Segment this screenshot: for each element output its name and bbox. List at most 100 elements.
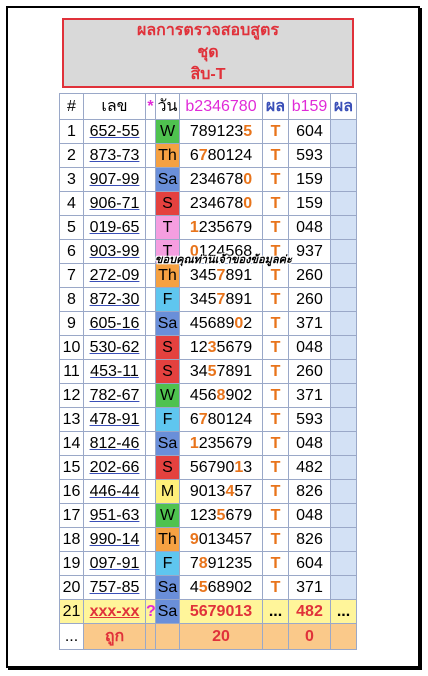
row-b159: 593 [288, 143, 331, 168]
row-result-2 [330, 119, 357, 144]
row-star [145, 215, 156, 240]
row-lek-link[interactable]: 906-71 [83, 191, 146, 216]
row-digits: 6780124 [179, 143, 263, 168]
digit-text: 7891 [216, 362, 253, 380]
row-star [145, 455, 156, 480]
row-result: T [262, 359, 289, 384]
row-digits: 2346780 [179, 167, 263, 192]
row-day: W [155, 119, 180, 144]
row-digits: 7891235 [179, 119, 263, 144]
digit-text: 013457 [198, 530, 253, 548]
row-number: 13 [59, 407, 84, 432]
digit-highlight: 0 [243, 170, 253, 188]
row-lek-link[interactable]: 907-99 [83, 167, 146, 192]
header-b159: b159 [288, 93, 331, 120]
digit-text: 45689 [189, 314, 235, 332]
pending-row: 21 xxx-xx ? Sa 5679013 ... 482 ... [59, 599, 357, 624]
row-b159: 593 [288, 407, 331, 432]
row-result: T [262, 383, 289, 408]
row-lek-link[interactable]: 272-09 [83, 263, 146, 288]
row-star [145, 191, 156, 216]
digit-text: 891 [225, 290, 253, 308]
row-result: T [262, 551, 289, 576]
digit-text: 80124 [207, 146, 253, 164]
row-star [145, 431, 156, 456]
pending-lek[interactable]: xxx-xx [83, 599, 146, 624]
row-day: S [155, 335, 180, 360]
row-number: 2 [59, 143, 84, 168]
row-b159: 260 [288, 263, 331, 288]
results-table: # เลข * วัน b2346780 ผล b159 ผล 1 652-55 W… [59, 93, 357, 650]
row-lek-link[interactable]: 990-14 [83, 527, 146, 552]
row-b159: 826 [288, 479, 331, 504]
row-digits: 9013457 [179, 479, 263, 504]
digit-text: 235679 [198, 434, 253, 452]
row-lek-link[interactable]: 757-85 [83, 575, 146, 600]
digit-highlight: 1 [234, 458, 244, 476]
row-b159: 371 [288, 383, 331, 408]
row-result-2 [330, 287, 357, 312]
row-lek-link[interactable]: 605-16 [83, 311, 146, 336]
header-b2346780: b2346780 [179, 93, 263, 120]
row-star [145, 503, 156, 528]
row-day: S [155, 191, 180, 216]
row-star [145, 479, 156, 504]
row-lek-link[interactable]: 019-65 [83, 215, 146, 240]
row-star [145, 239, 156, 264]
row-lek-link[interactable]: 446-44 [83, 479, 146, 504]
row-lek-link[interactable]: 202-66 [83, 455, 146, 480]
row-lek-link[interactable]: 453-11 [83, 359, 146, 384]
digit-highlight: 9 [189, 530, 199, 548]
row-digits: 4568902 [179, 383, 263, 408]
row-b159: 048 [288, 431, 331, 456]
row-star [145, 119, 156, 144]
digit-text: 345 [189, 266, 217, 284]
row-star [145, 383, 156, 408]
row-result-2 [330, 575, 357, 600]
digit-text: 345 [189, 290, 217, 308]
digit-text: 679 [225, 506, 253, 524]
table-row: 4 906-71 S 2346780 T 159 [59, 191, 357, 216]
pending-star: ? [145, 599, 156, 624]
row-lek-link[interactable]: 097-91 [83, 551, 146, 576]
row-digits: 1235679 [179, 335, 263, 360]
pending-b159: 482 [288, 599, 331, 624]
digit-text: 123 [189, 506, 217, 524]
row-lek-link[interactable]: 903-99 [83, 239, 146, 264]
title-box: ผลการตรวจสอบสูตร ชุด สิบ-T [62, 18, 354, 88]
row-lek-link[interactable]: 652-55 [83, 119, 146, 144]
row-lek-link[interactable]: 530-62 [83, 335, 146, 360]
row-digits: 5679013 [179, 455, 263, 480]
digit-highlight: 4 [225, 482, 235, 500]
row-day: S [155, 359, 180, 384]
footer-label: ถูก [83, 623, 146, 650]
row-result: T [262, 119, 289, 144]
row-result-2 [330, 407, 357, 432]
row-result: T [262, 143, 289, 168]
row-lek-link[interactable]: 478-91 [83, 407, 146, 432]
row-result-2 [330, 311, 357, 336]
row-lek-link[interactable]: 873-73 [83, 143, 146, 168]
row-lek-link[interactable]: 812-46 [83, 431, 146, 456]
header-no: # [59, 93, 84, 120]
row-day: Sa [155, 167, 180, 192]
digit-text: 78912 [189, 122, 235, 140]
row-b159: 604 [288, 119, 331, 144]
row-result: T [262, 503, 289, 528]
row-digits: 9013457 [179, 527, 263, 552]
table-row: 20 757-85 Sa 4568902 T 371 [59, 575, 357, 600]
row-lek-link[interactable]: 872-30 [83, 287, 146, 312]
row-result-2 [330, 479, 357, 504]
row-lek-link[interactable]: 782-67 [83, 383, 146, 408]
digit-highlight: 5 [198, 578, 208, 596]
header-star: * [145, 93, 156, 120]
title-line-3: สิบ-T [190, 66, 226, 83]
header-row: # เลข * วัน b2346780 ผล b159 ผล [59, 93, 357, 120]
row-number: 17 [59, 503, 84, 528]
row-result-2 [330, 191, 357, 216]
table-row: 1 652-55 W 7891235 T 604 [59, 119, 357, 144]
row-day: F [155, 287, 180, 312]
digit-highlight: 1 [189, 218, 199, 236]
row-result-2 [330, 239, 357, 264]
row-lek-link[interactable]: 951-63 [83, 503, 146, 528]
